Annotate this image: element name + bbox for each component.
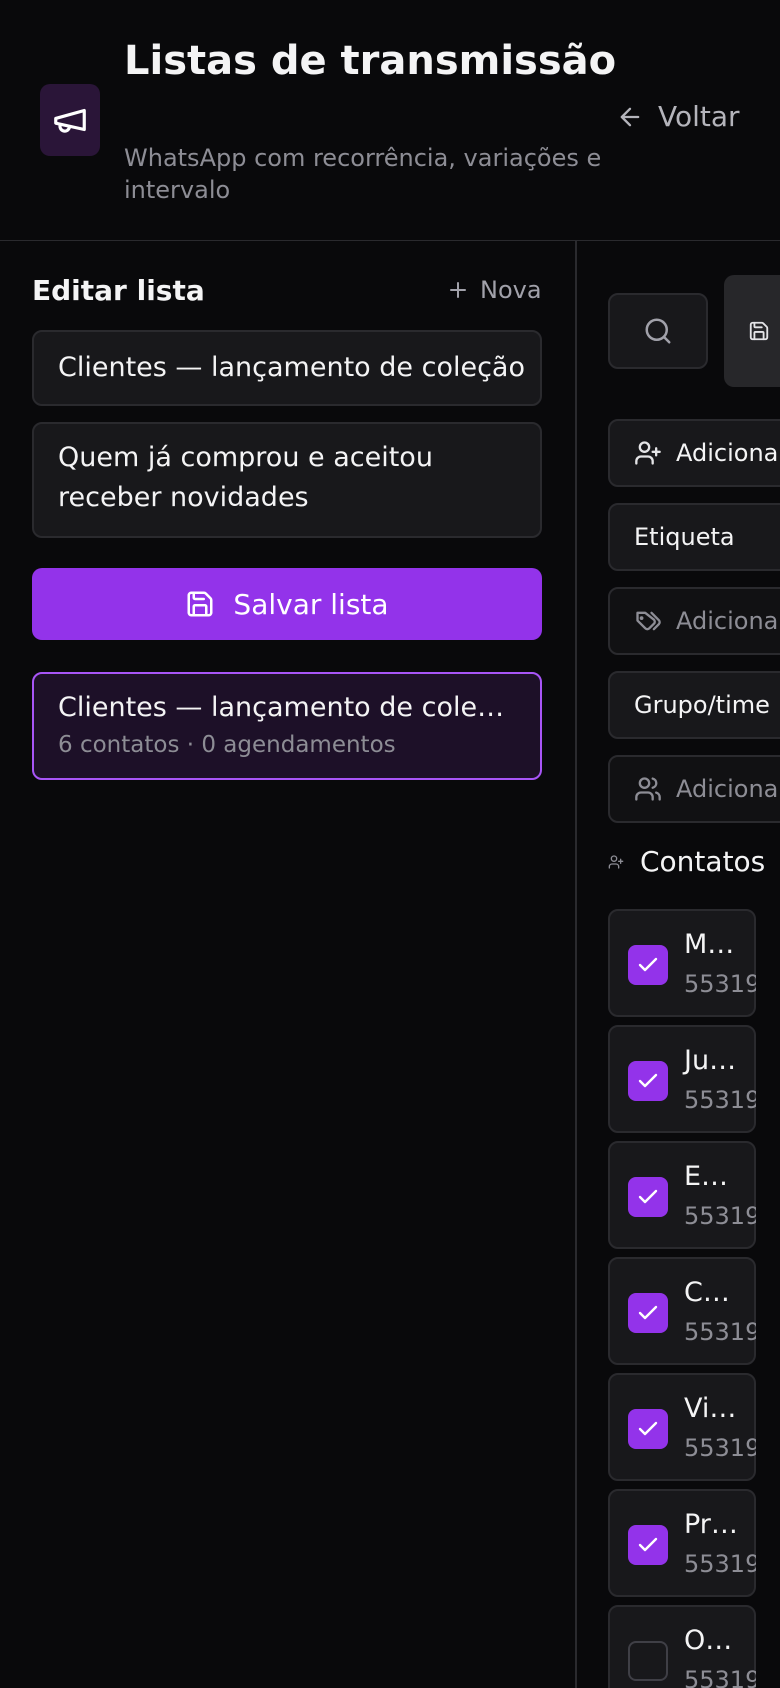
- search-button[interactable]: [608, 293, 708, 369]
- tag-select-label: Etiqueta: [634, 523, 735, 551]
- contact-checkbox[interactable]: [628, 1177, 668, 1217]
- contact-item[interactable]: Ju… 553199: [608, 1025, 756, 1133]
- contact-item[interactable]: O… 553199: [608, 1605, 756, 1688]
- contacts-header: Contatos: [608, 845, 765, 878]
- contact-phone: 553199: [684, 1434, 756, 1462]
- contact-checkbox[interactable]: [628, 1293, 668, 1333]
- group-select[interactable]: Grupo/time: [608, 671, 780, 739]
- contact-checkbox[interactable]: [628, 1409, 668, 1449]
- contact-name: Vi…: [684, 1393, 737, 1424]
- contact-item[interactable]: C… 553199: [608, 1257, 756, 1365]
- add-tag-label: Adicionar: [676, 607, 780, 635]
- user-plus-icon: [635, 441, 661, 465]
- add-tag-button[interactable]: Adicionar: [608, 587, 780, 655]
- page-title: Listas de transmissão: [124, 38, 617, 84]
- contact-phone: 553199: [684, 1086, 756, 1114]
- list-name-input[interactable]: Clientes — lançamento de coleção: [32, 330, 542, 406]
- contact-name: Ju…: [684, 1045, 737, 1076]
- back-button[interactable]: Voltar: [616, 100, 740, 133]
- save-list-label: Salvar lista: [233, 587, 389, 621]
- contact-phone: 553198: [684, 1202, 756, 1230]
- page-subtitle: WhatsApp com recorrência, variações e in…: [124, 144, 602, 204]
- users-icon: [635, 777, 661, 801]
- add-group-button[interactable]: Adicionar: [608, 755, 780, 823]
- arrow-left-icon: [620, 107, 640, 126]
- contact-name: O…: [684, 1625, 733, 1656]
- save-list-button[interactable]: Salvar lista: [32, 568, 542, 640]
- add-contact-label: Adicionar: [676, 439, 780, 467]
- list-item[interactable]: Clientes — lançamento de coleção 6 conta…: [32, 672, 542, 780]
- add-contact-button[interactable]: Adicionar: [608, 419, 780, 487]
- add-group-label: Adicionar: [676, 775, 780, 803]
- editor-section-title: Editar lista: [32, 274, 205, 307]
- check-icon: [638, 1421, 658, 1436]
- save-icon: [749, 321, 769, 341]
- save-icon: [187, 591, 213, 617]
- contact-checkbox[interactable]: [628, 1641, 668, 1681]
- contact-phone: 553199: [684, 970, 756, 998]
- contact-item[interactable]: Vi… 553199: [608, 1373, 756, 1481]
- contact-phone: 553199: [684, 1318, 756, 1346]
- new-list-button[interactable]: Nova: [446, 276, 542, 304]
- contact-phone: 553199: [684, 1666, 756, 1688]
- page-header: Listas de transmissão WhatsApp com recor…: [0, 0, 780, 241]
- check-icon: [638, 957, 658, 972]
- group-select-label: Grupo/time: [634, 691, 770, 719]
- check-icon: [638, 1305, 658, 1320]
- contact-name: E…: [684, 1161, 729, 1192]
- recipients-panel: Adicionar Etiqueta Adicionar Grupo/time …: [576, 241, 780, 1688]
- contacts-title: Contatos: [640, 845, 766, 878]
- list-item-title: Clientes — lançamento de coleção: [58, 692, 516, 723]
- contact-name: C…: [684, 1277, 730, 1308]
- tag-select[interactable]: Etiqueta: [608, 503, 780, 571]
- contact-name: M…: [684, 929, 735, 960]
- list-item-meta: 6 contatos · 0 agendamentos: [58, 732, 396, 758]
- contact-checkbox[interactable]: [628, 1061, 668, 1101]
- tags-icon: [636, 611, 661, 631]
- contact-item[interactable]: M… 553199: [608, 909, 756, 1017]
- contact-item[interactable]: Pr… 553198: [608, 1489, 756, 1597]
- contact-name: Pr…: [684, 1509, 738, 1540]
- contact-checkbox[interactable]: [628, 1525, 668, 1565]
- contact-item[interactable]: E… 553198: [608, 1141, 756, 1249]
- list-description-input[interactable]: Quem já comprou e aceitou receber novida…: [32, 422, 542, 538]
- search-icon: [645, 318, 671, 344]
- check-icon: [638, 1189, 658, 1204]
- check-icon: [638, 1073, 658, 1088]
- contact-phone: 553198: [684, 1550, 756, 1578]
- check-icon: [638, 1537, 658, 1552]
- back-button-label: Voltar: [658, 100, 740, 133]
- user-plus-icon: [608, 854, 624, 869]
- plus-icon: [450, 282, 466, 298]
- new-list-label: Nova: [480, 276, 542, 304]
- save-recipients-button[interactable]: [724, 275, 780, 387]
- megaphone-icon: [40, 84, 100, 156]
- contact-checkbox[interactable]: [628, 945, 668, 985]
